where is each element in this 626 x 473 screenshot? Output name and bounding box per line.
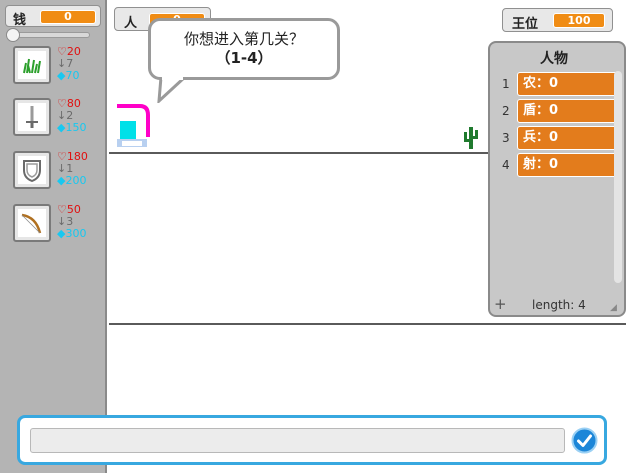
grass-icon xyxy=(18,51,46,79)
answer-input[interactable] xyxy=(30,428,565,453)
list-item: 4 射：0 xyxy=(500,153,619,177)
list-item-index: 3 xyxy=(502,131,510,145)
list-add-button[interactable]: + xyxy=(494,295,507,313)
shield-stats: ♡180 ↓1 ◆200 xyxy=(57,151,88,187)
list-item-value[interactable]: 盾：0 xyxy=(517,99,619,123)
buy-shield-button[interactable] xyxy=(13,151,51,189)
speech-line-2: （1-4） xyxy=(215,49,273,67)
king-monitor: 王位 100 xyxy=(502,8,613,32)
speech-bubble: 你想进入第几关？ （1-4） xyxy=(148,18,340,80)
buy-soldier-button[interactable] xyxy=(13,98,51,136)
person-label: 人 xyxy=(124,16,138,31)
money-slider[interactable] xyxy=(6,28,90,42)
slider-knob[interactable] xyxy=(6,28,20,42)
shop-sidebar: 钱 0 ♡20 ↓7 ◆70 ♡80 ↓2 ◆150 ♡180 ↓1 ◆200 … xyxy=(0,0,107,473)
list-item-value[interactable]: 兵：0 xyxy=(517,126,619,150)
soldier-cost: ◆150 xyxy=(57,121,87,134)
shield-icon xyxy=(18,156,46,184)
sword-icon xyxy=(18,103,46,131)
buy-archer-button[interactable] xyxy=(13,204,51,242)
speech-line-1: 你想进入第几关？ xyxy=(183,30,304,48)
list-item-value[interactable]: 射：0 xyxy=(517,153,619,177)
farmer-stats: ♡20 ↓7 ◆70 xyxy=(57,46,81,82)
game-stage: 钱 0 ♡20 ↓7 ◆70 ♡80 ↓2 ◆150 ♡180 ↓1 ◆200 … xyxy=(0,0,626,473)
money-value: 0 xyxy=(40,10,96,24)
soldier-stats: ♡80 ↓2 ◆150 xyxy=(57,98,86,134)
list-title: 人物 xyxy=(540,51,568,67)
archer-stats: ♡50 ↓3 ◆300 xyxy=(57,204,86,240)
speech-tail xyxy=(157,77,187,103)
castle-sprite xyxy=(117,104,150,147)
list-length: length: 4 xyxy=(532,298,586,312)
king-label: 王位 xyxy=(512,17,539,32)
answer-prompt xyxy=(17,415,607,465)
list-item-index: 4 xyxy=(502,158,510,172)
speech-text: 你想进入第几关？ （1-4） xyxy=(151,30,337,68)
money-label: 钱 xyxy=(13,13,27,28)
cactus-sprite xyxy=(464,127,478,149)
list-item-index: 2 xyxy=(502,104,510,118)
check-icon[interactable] xyxy=(571,427,598,454)
money-monitor: 钱 0 xyxy=(5,5,101,28)
person-list-panel: 人物 1 农：0 2 盾：0 3 兵：0 4 射：0 + length: 4 ◢ xyxy=(488,41,626,317)
buy-farmer-button[interactable] xyxy=(13,46,51,84)
list-item-value[interactable]: 农：0 xyxy=(517,72,619,96)
shield-cost: ◆200 xyxy=(57,174,87,187)
resize-grip-icon[interactable]: ◢ xyxy=(610,303,617,313)
king-value: 100 xyxy=(553,13,605,28)
list-item: 2 盾：0 xyxy=(500,99,619,123)
bow-icon xyxy=(18,209,46,237)
farmer-cost: ◆70 xyxy=(57,69,80,82)
list-scrollbar[interactable] xyxy=(614,71,622,283)
list-item: 1 农：0 xyxy=(500,72,619,96)
list-item: 3 兵：0 xyxy=(500,126,619,150)
list-item-index: 1 xyxy=(502,77,510,91)
archer-cost: ◆300 xyxy=(57,227,87,240)
